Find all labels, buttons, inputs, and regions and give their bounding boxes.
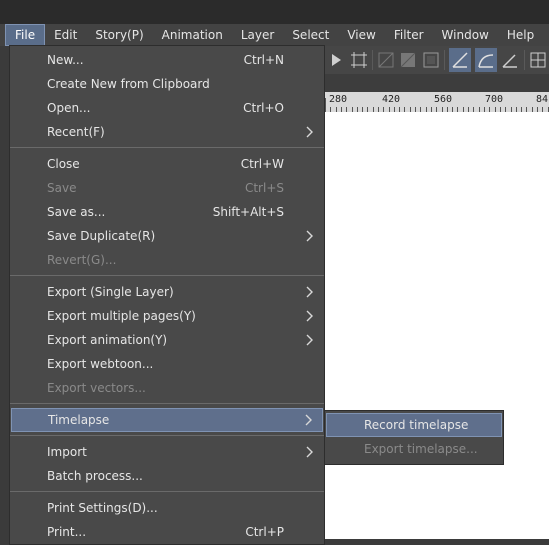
record-timelapse-item[interactable]: Record timelapse xyxy=(326,413,502,437)
menu-item-label: Export animation(Y) xyxy=(47,333,168,347)
play-icon[interactable] xyxy=(327,50,345,70)
ruler-label: 84 xyxy=(536,94,549,105)
menu-item-export-vectors: Export vectors... xyxy=(10,376,324,400)
ruler-curve-icon[interactable] xyxy=(475,48,498,72)
menu-help[interactable]: Help xyxy=(498,24,543,46)
horizontal-ruler: 280 420 560 700 84 xyxy=(325,92,549,112)
menu-item-shortcut: Ctrl+W xyxy=(240,157,284,171)
menu-item-revert: Revert(G)... xyxy=(10,248,324,272)
menu-item-save: Save Ctrl+S xyxy=(10,176,324,200)
menu-separator xyxy=(10,491,324,492)
menu-item-shortcut: Ctrl+S xyxy=(244,181,284,195)
menu-item-recent[interactable]: Recent(F) xyxy=(10,120,324,144)
menu-item-label: Export timelapse... xyxy=(364,442,478,456)
ruler-angle-icon[interactable] xyxy=(501,50,519,70)
ruler-tick xyxy=(325,98,326,112)
menu-animation[interactable]: Animation xyxy=(153,24,232,46)
menu-item-label: Save as... xyxy=(47,205,106,219)
menu-item-label: Timelapse xyxy=(48,413,110,427)
menu-view[interactable]: View xyxy=(338,24,384,46)
menu-item-label: Export multiple pages(Y) xyxy=(47,309,196,323)
ruler-label: 280 xyxy=(329,94,348,105)
menu-item-label: Open... xyxy=(47,101,91,115)
menu-item-save-as[interactable]: Save as... Shift+Alt+S xyxy=(10,200,324,224)
menu-item-label: Export (Single Layer) xyxy=(47,285,174,299)
file-menu-dropdown: New... Ctrl+N Create New from Clipboard Ope… xyxy=(9,45,325,545)
menu-item-print[interactable]: Print... Ctrl+P xyxy=(10,520,324,544)
menu-separator xyxy=(10,275,324,276)
menu-item-label: Export vectors... xyxy=(47,381,146,395)
menu-item-shortcut: Ctrl+N xyxy=(243,53,284,67)
menu-item-label: Recent(F) xyxy=(47,125,105,139)
menu-story[interactable]: Story(P) xyxy=(86,24,152,46)
canvas[interactable] xyxy=(325,112,549,539)
crop-icon[interactable] xyxy=(349,50,367,70)
menu-item-label: Print Settings(D)... xyxy=(47,501,158,515)
chevron-right-icon xyxy=(306,286,313,298)
menu-item-new[interactable]: New... Ctrl+N xyxy=(10,48,324,72)
chevron-right-icon xyxy=(305,414,312,426)
toolbar-divider xyxy=(444,50,445,70)
menu-item-label: Save xyxy=(47,181,77,195)
menu-item-export-multiple-pages[interactable]: Export multiple pages(Y) xyxy=(10,304,324,328)
menu-item-export-animation[interactable]: Export animation(Y) xyxy=(10,328,324,352)
menu-separator xyxy=(10,435,324,436)
menu-bar: File Edit Story(P) Animation Layer Selec… xyxy=(0,24,549,46)
menu-item-label: Record timelapse xyxy=(364,418,469,432)
menu-file[interactable]: File xyxy=(5,24,46,46)
menu-item-save-duplicate[interactable]: Save Duplicate(R) xyxy=(10,224,324,248)
chevron-right-icon xyxy=(306,310,313,322)
menu-select[interactable]: Select xyxy=(283,24,338,46)
menu-window[interactable]: Window xyxy=(433,24,498,46)
grid-icon[interactable] xyxy=(529,50,547,70)
ruler-label: 420 xyxy=(382,94,401,105)
menu-item-label: Batch process... xyxy=(47,469,143,483)
menu-item-label: Save Duplicate(R) xyxy=(47,229,156,243)
menu-item-close[interactable]: Close Ctrl+W xyxy=(10,152,324,176)
export-timelapse-item: Export timelapse... xyxy=(326,437,502,461)
clear-outside-icon[interactable] xyxy=(377,50,395,70)
menu-item-label: Export webtoon... xyxy=(47,357,154,371)
menu-item-shortcut: Ctrl+P xyxy=(245,525,284,539)
command-bar xyxy=(325,46,549,74)
menu-item-export-single-layer[interactable]: Export (Single Layer) xyxy=(10,280,324,304)
title-bar xyxy=(0,0,549,24)
menu-item-shortcut: Ctrl+O xyxy=(243,101,284,115)
menu-item-timelapse[interactable]: Timelapse xyxy=(11,408,323,432)
menu-edit[interactable]: Edit xyxy=(45,24,86,46)
menu-item-label: New... xyxy=(47,53,84,67)
chevron-right-icon xyxy=(306,230,313,242)
menu-item-open[interactable]: Open... Ctrl+O xyxy=(10,96,324,120)
menu-separator xyxy=(10,147,324,148)
ruler-label: 560 xyxy=(434,94,453,105)
menu-item-create-from-clipboard[interactable]: Create New from Clipboard xyxy=(10,72,324,96)
chevron-right-icon xyxy=(306,334,313,346)
toolbar-divider xyxy=(523,50,525,70)
chevron-right-icon xyxy=(306,126,313,138)
menu-item-label: Print... xyxy=(47,525,87,539)
menu-item-label: Import xyxy=(47,445,87,459)
menu-item-print-settings[interactable]: Print Settings(D)... xyxy=(10,496,324,520)
menu-item-import[interactable]: Import xyxy=(10,440,324,464)
menu-item-label: Create New from Clipboard xyxy=(47,77,210,91)
menu-layer[interactable]: Layer xyxy=(232,24,283,46)
menu-filter[interactable]: Filter xyxy=(385,24,433,46)
timelapse-submenu: Record timelapse Export timelapse... xyxy=(324,410,504,465)
canvas-tab-area xyxy=(325,74,549,92)
menu-item-label: Close xyxy=(47,157,80,171)
menu-item-shortcut: Shift+Alt+S xyxy=(212,205,284,219)
frame-icon[interactable] xyxy=(422,50,440,70)
menu-item-batch-process[interactable]: Batch process... xyxy=(10,464,324,488)
chevron-right-icon xyxy=(306,446,313,458)
fill-selection-icon[interactable] xyxy=(399,50,417,70)
menu-separator xyxy=(10,403,324,404)
ruler-straight-icon[interactable] xyxy=(448,48,472,72)
menu-item-export-webtoon[interactable]: Export webtoon... xyxy=(10,352,324,376)
toolbar-divider xyxy=(371,50,373,70)
menu-item-label: Revert(G)... xyxy=(47,253,117,267)
ruler-label: 700 xyxy=(485,94,504,105)
